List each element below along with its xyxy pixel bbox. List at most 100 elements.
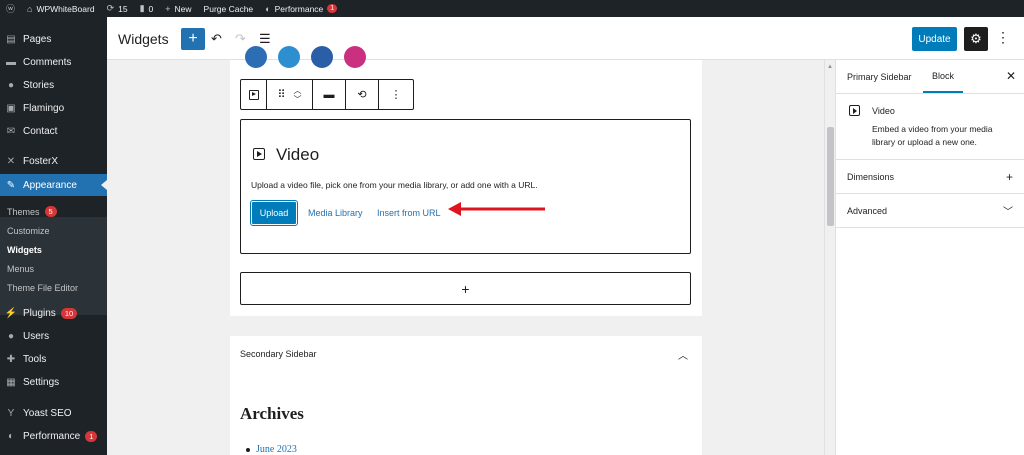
add-block-button[interactable]: + [181,28,205,50]
insert-from-url-button[interactable]: Insert from URL [377,208,441,218]
social-icon[interactable] [278,46,300,68]
archives-heading: Archives [240,404,304,423]
sidebar-item-settings[interactable]: ▦ Settings [0,371,107,393]
sidebar-item-tools[interactable]: ✚ Tools [0,348,107,370]
move-controls: ⠿ ︿ ﹀ [267,80,313,109]
secondary-sidebar-title[interactable]: Secondary Sidebar [240,349,317,359]
sidebar-item-pages[interactable]: ▤ Pages [0,28,107,50]
block-toolbar: ⠿ ︿ ﹀ ▬ ⟲ ⋮ [240,79,414,110]
block-options-icon[interactable]: ⋮ [379,80,413,109]
purge-cache-link[interactable]: Purge Cache [204,4,254,14]
admin-sidebar: ▤ Pages ▬ Comments ● Stories ▣ Flamingo ✉ Con… [0,17,107,455]
comments-link[interactable]: ▮ 0 [140,3,154,14]
wordpress-logo-icon[interactable]: ⓦ [6,2,15,15]
comments-icon: ▬ [6,56,16,68]
performance-badge: 1 [327,4,338,13]
sidebar-item-flamingo[interactable]: ▣ Flamingo [0,97,107,119]
tab-block[interactable]: Block [923,60,964,93]
home-icon: ⌂ [27,3,33,14]
list-bullet [246,448,250,452]
annotation-arrow [448,202,545,216]
media-library-button[interactable]: Media Library [308,208,363,218]
align-icon[interactable]: ▬ [313,80,346,109]
plus-icon: + [188,30,198,47]
replace-icon[interactable]: ⟲ [346,80,379,109]
redo-icon[interactable]: ↷ [235,31,246,47]
sidebar-item-contact[interactable]: ✉ Contact [0,120,107,142]
social-icons-row [245,46,366,68]
settings-gear-button[interactable]: ⚙ [964,27,988,51]
updates-icon: ⟳ [106,3,115,13]
settings-icon: ▦ [6,376,16,388]
plus-icon[interactable]: + [1006,170,1013,184]
flamingo-icon: ▣ [6,102,16,114]
performance-link[interactable]: ◐ Performance 1 [265,3,338,14]
performance-sidebar-badge: 1 [85,430,98,442]
sidebar-item-users[interactable]: ● Users [0,325,107,347]
submenu-item-customize[interactable]: Customize [0,221,107,240]
performance-gauge-icon: ◐ [265,3,271,14]
appearance-icon: ✎ [6,179,16,191]
tools-icon: ✚ [6,353,16,365]
sidebar-item-comments[interactable]: ▬ Comments [0,51,107,73]
social-icon[interactable] [311,46,333,68]
site-name-link[interactable]: ⌂ WPWhiteBoard [27,4,95,14]
stories-icon: ● [7,79,15,91]
sidebar-item-appearance[interactable]: ✎ Appearance [0,174,107,196]
advanced-panel-toggle[interactable]: Advanced ﹀ [836,194,1024,227]
scroll-thumb[interactable] [827,127,834,226]
submenu-item-widgets[interactable]: Widgets [0,240,107,259]
upload-button[interactable]: Upload [250,200,298,226]
fosterx-icon: ✕ [6,155,16,167]
drag-handle-icon[interactable]: ⠿ [277,88,285,101]
more-options-icon[interactable]: ⋮ [996,29,1010,46]
block-description: Embed a video from your media library or… [872,124,993,147]
archive-link[interactable]: June 2023 [256,444,297,455]
chevron-down-icon[interactable]: ﹀ [1003,203,1013,218]
submenu-item-theme-file-editor[interactable]: Theme File Editor [0,278,107,297]
social-icon[interactable] [344,46,366,68]
users-icon: ● [7,330,15,342]
tab-primary-sidebar[interactable]: Primary Sidebar [847,60,912,93]
video-icon [253,148,265,160]
dimensions-panel-toggle[interactable]: Dimensions + [836,160,1024,193]
social-icon[interactable] [245,46,267,68]
sidebar-item-performance[interactable]: ◐ Performance 1 [0,425,107,447]
divider [836,227,1024,228]
video-block[interactable]: Video Upload a video file, pick one from… [240,119,691,254]
performance-icon: ◐ [7,430,15,442]
pages-icon: ▤ [6,33,16,45]
move-up-down-icon[interactable]: ︿ ﹀ [294,86,302,104]
submenu-item-themes[interactable]: Themes 5 [0,202,107,221]
page-title: Widgets [118,31,169,47]
scroll-up-icon[interactable]: ▲ [827,64,833,70]
sidebar-item-yoast-seo[interactable]: Y Yoast SEO [0,402,107,424]
admin-bar: ⓦ ⌂ WPWhiteBoard ⟳ 15 ▮ 0 + New Purge Cache … [0,0,1024,17]
video-instructions: Upload a video file, pick one from your … [251,180,538,190]
block-type-video-icon[interactable] [241,80,267,109]
comment-bubble-icon: ▮ [139,3,145,13]
update-button[interactable]: Update [912,27,957,51]
add-block-appender[interactable]: + [240,272,691,305]
editor-canvas: ⠿ ︿ ﹀ ▬ ⟲ ⋮ Video Upload a video file, pic… [107,46,835,455]
contact-icon: ✉ [6,125,16,137]
video-block-icon [849,105,860,116]
sidebar-item-stories[interactable]: ● Stories [0,74,107,96]
new-content-link[interactable]: + New [165,4,191,14]
undo-icon[interactable]: ↶ [211,31,222,47]
secondary-sidebar-panel: Secondary Sidebar ︿ Archives June 2023 [230,336,702,455]
chevron-up-icon[interactable]: ︿ [678,347,688,362]
canvas-scrollbar[interactable]: ▲ [824,60,835,455]
yoast-icon: Y [7,407,15,419]
sidebar-item-plugins[interactable]: ⚡ Plugins 10 [0,302,107,324]
list-view-icon[interactable]: ☰ [259,31,271,47]
plugins-icon: ⚡ [4,307,18,319]
sidebar-item-fosterx[interactable]: ✕ FosterX [0,150,107,172]
video-block-title: Video [276,145,320,164]
updates-link[interactable]: ⟳ 15 [107,3,128,14]
block-name: Video [872,106,895,116]
submenu-item-menus[interactable]: Menus [0,259,107,278]
gear-icon: ⚙ [970,31,982,46]
plugins-badge: 10 [60,307,78,319]
close-icon[interactable]: ✕ [1006,69,1016,83]
